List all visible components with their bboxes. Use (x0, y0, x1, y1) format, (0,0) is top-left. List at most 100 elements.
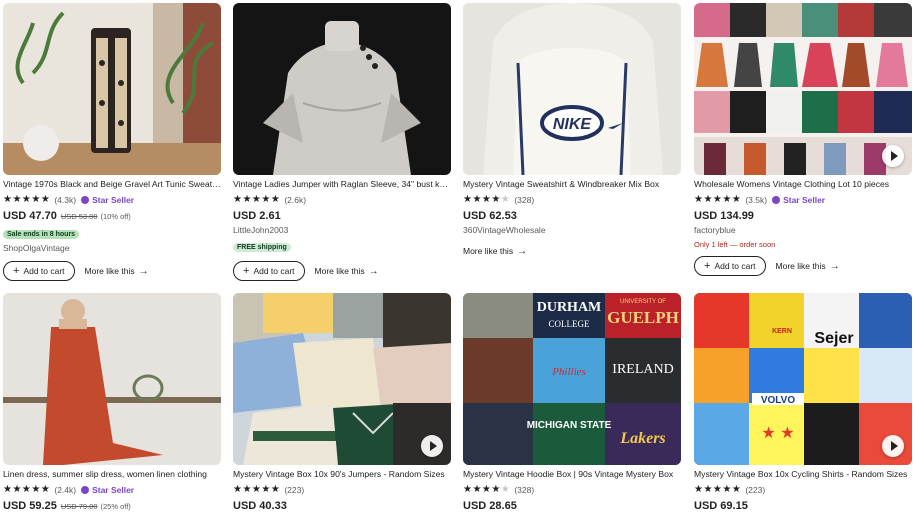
volvo-text: VOLVO (761, 395, 795, 406)
sale-badge: Sale ends in 8 hours (3, 230, 80, 239)
four-stars-icon: ★★★★★ (463, 484, 511, 495)
more-like-this-label: More like this (84, 266, 135, 276)
rating-count: (328) (514, 194, 535, 205)
rating-count: (223) (284, 484, 305, 495)
listing-image[interactable] (233, 293, 451, 465)
arrow-right-icon: → (829, 260, 840, 272)
plus-icon: + (243, 264, 250, 277)
rating: ★★★★★ (328) (463, 483, 681, 496)
durham-text: DURHAM (537, 300, 602, 315)
plus-icon: + (704, 259, 711, 272)
shop-name[interactable]: ShopOlgaVintage (3, 243, 221, 254)
original-price: USD 53.00 (60, 212, 98, 221)
price-row: USD 59.25 USD 79.00 (25% off) (3, 500, 221, 513)
listing-image[interactable] (233, 3, 451, 175)
rating: ★★★★★ (223) (694, 483, 912, 496)
rating-count: (328) (514, 484, 535, 495)
jumper-photo-icon (233, 3, 451, 175)
add-to-cart-label: Add to cart (714, 261, 756, 271)
price-row: USD 40.33 (233, 500, 451, 513)
original-price: USD 79.00 (60, 502, 98, 511)
sejer-text: Sejer (814, 330, 853, 347)
listing-card[interactable]: Vintage Ladies Jumper with Raglan Sleeve… (233, 3, 451, 282)
price: USD 47.70 (3, 210, 57, 222)
add-to-cart-label: Add to cart (23, 266, 65, 276)
listing-title[interactable]: Mystery Vintage Box 10x Cycling Shirts -… (694, 469, 912, 480)
vest-photo-icon (3, 3, 221, 175)
listing-title[interactable]: Mystery Vintage Box 10x 90's Jumpers - R… (233, 469, 451, 480)
price: USD 59.25 (3, 500, 57, 512)
listing-card[interactable]: Linen dress, summer slip dress, women li… (3, 293, 221, 513)
arrow-right-icon: → (138, 265, 149, 277)
discount: (10% off) (100, 212, 131, 221)
listing-image[interactable]: KERN Sejer VOLVO ★ ★ (694, 293, 912, 465)
more-like-this-link[interactable]: More like this → (315, 266, 379, 277)
listing-title[interactable]: Wholesale Womens Vintage Clothing Lot 10… (694, 179, 912, 190)
price-row: USD 62.53 (463, 210, 681, 223)
listing-card[interactable]: Vintage 1970s Black and Beige Gravel Art… (3, 3, 221, 282)
phillies-text: Phillies (551, 366, 586, 378)
more-like-this-label: More like this (463, 246, 514, 256)
price: USD 2.61 (233, 210, 281, 222)
michigan-state-text: MICHIGAN STATE (527, 420, 612, 431)
listing-image[interactable] (3, 3, 221, 175)
listing-image[interactable]: NIKE (463, 3, 681, 175)
clothing-collage-photo-icon (694, 3, 912, 175)
price-row: USD 2.61 (233, 210, 451, 223)
star-seller-icon (81, 485, 90, 494)
listing-title[interactable]: Mystery Vintage Hoodie Box | 90s Vintage… (463, 469, 681, 480)
arrow-right-icon: → (517, 245, 528, 257)
listing-title[interactable]: Linen dress, summer slip dress, women li… (3, 469, 221, 480)
price-row: USD 69.15 (694, 500, 912, 513)
more-like-this-link[interactable]: More like this → (85, 266, 149, 277)
listing-image[interactable] (3, 293, 221, 465)
more-like-this-link[interactable]: More like this → (463, 246, 527, 257)
rating: ★★★★★ (2.6k) (233, 193, 451, 206)
star-seller-badge: Star Seller (81, 485, 134, 495)
five-stars-icon: ★★★★★ (233, 484, 281, 495)
more-like-this-label: More like this (314, 266, 365, 276)
listing-card[interactable]: DURHAM COLLEGE UNIVERSITY OF GUELPH Phil… (463, 293, 681, 513)
stock-notice: Only 1 left — order soon (694, 240, 776, 249)
five-stars-icon: ★★★★★ (3, 484, 51, 495)
listing-card[interactable]: NIKE Mystery Vintage Sweatshirt & Windbr… (463, 3, 681, 262)
arrow-right-icon: → (368, 265, 379, 277)
kern-text: KERN (772, 328, 792, 335)
listing-title[interactable]: Vintage Ladies Jumper with Raglan Sleeve… (233, 179, 451, 190)
play-video-icon[interactable] (421, 435, 443, 457)
rating-count: (223) (745, 484, 766, 495)
college-text: COLLEGE (549, 319, 590, 329)
add-to-cart-button[interactable]: + Add to cart (694, 256, 766, 276)
price: USD 40.33 (233, 500, 287, 512)
listing-title[interactable]: Mystery Vintage Sweatshirt & Windbreaker… (463, 179, 681, 190)
university-text: UNIVERSITY OF (620, 299, 666, 305)
five-stars-icon: ★★★★★ (233, 194, 281, 205)
sweatshirt-photo-icon: NIKE (463, 3, 681, 175)
card-actions: + Add to cart More like this → (694, 255, 912, 277)
price-row: USD 134.99 (694, 210, 912, 223)
listing-card[interactable]: KERN Sejer VOLVO ★ ★ Mystery Vintage Box… (694, 293, 912, 513)
star-seller-badge: Star Seller (81, 195, 134, 205)
listing-card[interactable]: Wholesale Womens Vintage Clothing Lot 10… (694, 3, 912, 277)
shop-name[interactable]: LittleJohn2003 (233, 225, 451, 236)
play-video-icon[interactable] (882, 145, 904, 167)
more-like-this-link[interactable]: More like this → (776, 261, 840, 272)
play-video-icon[interactable] (882, 435, 904, 457)
star-seller-badge: Star Seller (772, 195, 825, 205)
star-shape-icon: ★ ★ (761, 425, 794, 442)
price: USD 69.15 (694, 500, 748, 512)
shop-name[interactable]: factoryblue (694, 225, 912, 236)
guelph-text: GUELPH (607, 308, 679, 327)
listing-card[interactable]: Mystery Vintage Box 10x 90's Jumpers - R… (233, 293, 451, 513)
add-to-cart-button[interactable]: + Add to cart (233, 261, 305, 281)
listing-image[interactable] (694, 3, 912, 175)
free-shipping-badge: FREE shipping (233, 243, 291, 252)
add-to-cart-button[interactable]: + Add to cart (3, 261, 75, 281)
shop-name[interactable]: 360VintageWholesale (463, 225, 681, 236)
star-seller-label: Star Seller (92, 194, 135, 205)
five-stars-icon: ★★★★★ (3, 194, 51, 205)
listing-title[interactable]: Vintage 1970s Black and Beige Gravel Art… (3, 179, 221, 190)
listing-image[interactable]: DURHAM COLLEGE UNIVERSITY OF GUELPH Phil… (463, 293, 681, 465)
hoodies-pile-photo-icon: DURHAM COLLEGE UNIVERSITY OF GUELPH Phil… (463, 293, 681, 465)
five-stars-icon: ★★★★★ (694, 194, 742, 205)
